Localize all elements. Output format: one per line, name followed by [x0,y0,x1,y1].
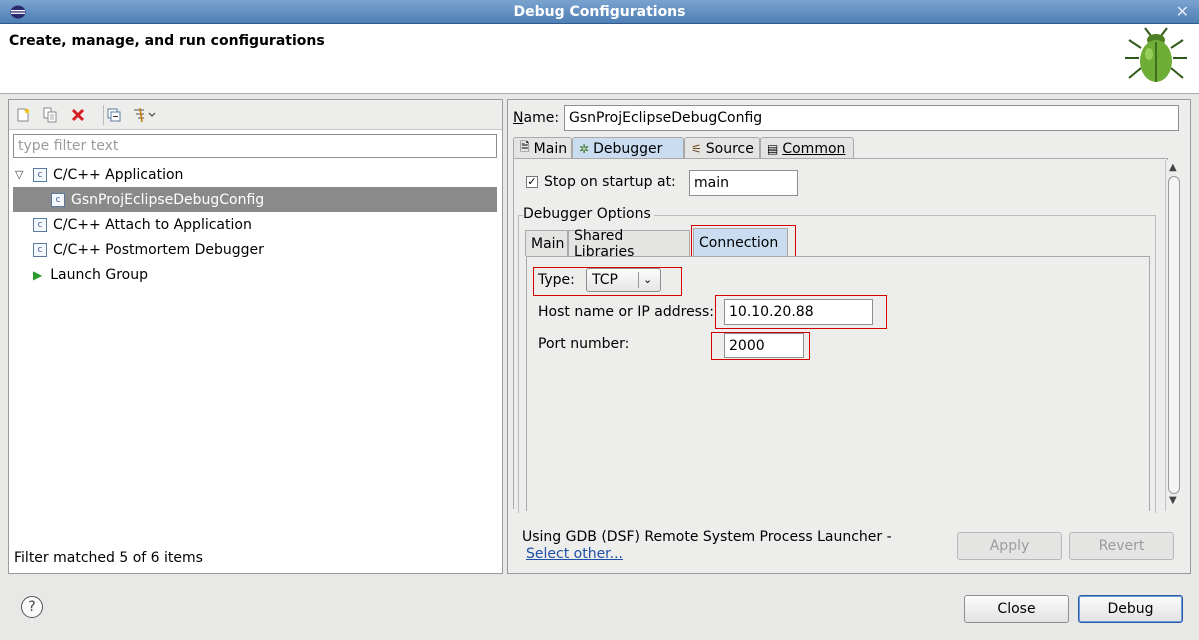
tree-item-launch-group[interactable]: ▶ Launch Group [33,262,148,287]
chevron-down-icon: ⌄ [643,273,653,286]
debug-button[interactable]: Debug [1078,595,1183,623]
expanded-triangle-icon[interactable]: ▽ [15,168,29,181]
stop-on-startup-field[interactable]: main [689,170,798,196]
tree-item-label: Launch Group [50,266,149,283]
revert-button[interactable]: Revert [1069,532,1174,560]
filter-input-box[interactable] [13,134,497,158]
scroll-down-icon[interactable]: ▼ [1169,495,1177,506]
tree-item-cpp-postmortem[interactable]: c C/C++ Postmortem Debugger [33,237,264,262]
tree-item-label: C/C++ Postmortem Debugger [53,241,264,258]
debugger-options-label: Debugger Options [523,206,654,222]
close-button[interactable]: Close [964,595,1069,623]
launcher-text: Using GDB (DSF) Remote System Process La… [522,529,892,545]
vertical-scrollbar[interactable]: ▲ ▼ [1165,160,1181,511]
host-label: Host name or IP address: [538,304,714,320]
port-label: Port number: [538,336,630,352]
help-icon[interactable]: ? [21,596,43,618]
config-toolbar [9,100,502,130]
cpp-config-icon: c [51,192,65,207]
configuration-editor-pane: Name: GsnProjEclipseDebugConfig 🗎 Main ✲ D… [507,99,1191,574]
tab-main[interactable]: 🗎 Main [513,137,572,159]
source-tab-icon: ⚟ [691,141,702,156]
tab-debugger[interactable]: ✲ Debugger [572,137,684,159]
type-combo[interactable]: TCP ⌄ [586,268,661,292]
cpp-config-type-icon: c [33,242,47,257]
combo-separator [638,272,639,288]
stop-on-startup-checkbox[interactable]: ✓ [526,176,538,188]
type-value: TCP [592,272,618,288]
launch-group-icon: ▶ [33,267,43,282]
name-field[interactable]: GsnProjEclipseDebugConfig [564,105,1179,131]
delete-config-icon[interactable] [69,106,87,124]
tree-item-cpp-attach[interactable]: c C/C++ Attach to Application [33,212,252,237]
inner-tab-shared-libraries[interactable]: Shared Libraries [568,228,690,260]
filter-menu-icon[interactable] [131,106,159,124]
host-field[interactable]: 10.10.20.88 [724,299,873,325]
apply-button[interactable]: Apply [957,532,1062,560]
tab-source[interactable]: ⚟ Source [684,137,760,159]
tab-common[interactable]: ▤ Common [760,137,854,159]
cpp-config-type-icon: c [33,217,47,232]
scroll-up-icon[interactable]: ▲ [1169,162,1177,173]
new-config-icon[interactable] [14,106,32,124]
banner-heading: Create, manage, and run configurations [9,33,325,49]
connection-tab-highlight [691,225,796,259]
filter-status: Filter matched 5 of 6 items [14,550,203,566]
select-other-link[interactable]: Select other... [526,546,623,562]
close-window-icon[interactable]: ✕ [1176,2,1189,21]
toolbar-separator [103,105,104,125]
configuration-list-pane: ▽ c C/C++ Application c GsnProjEclipseDe… [8,99,503,574]
duplicate-config-icon[interactable] [41,106,59,124]
filter-input[interactable] [14,135,496,157]
tree-item-gsnproj-config[interactable]: c GsnProjEclipseDebugConfig [13,187,497,212]
debug-bug-icon [1125,27,1187,82]
stop-on-startup-label: Stop on startup at: [544,174,676,190]
cpp-config-type-icon: c [33,167,47,182]
collapse-all-icon[interactable] [105,106,123,124]
inner-tab-main[interactable]: Main [525,230,568,256]
tree-item-cpp-application[interactable]: ▽ c C/C++ Application [15,162,183,187]
window-titlebar: Debug Configurations ✕ [0,0,1199,24]
tree-item-label: C/C++ Attach to Application [53,216,252,233]
scrollbar-thumb[interactable] [1168,176,1180,494]
main-tab-icon: 🗎 [520,140,530,154]
port-field[interactable]: 2000 [724,333,804,358]
debugger-tab-icon: ✲ [579,141,590,156]
dialog-banner: Create, manage, and run configurations [0,24,1199,94]
common-tab-icon: ▤ [767,141,779,156]
type-label: Type: [538,272,575,288]
tree-item-label: GsnProjEclipseDebugConfig [71,191,265,208]
name-label: Name: [513,110,560,126]
tree-item-label: C/C++ Application [53,166,184,183]
window-title: Debug Configurations [513,4,686,20]
